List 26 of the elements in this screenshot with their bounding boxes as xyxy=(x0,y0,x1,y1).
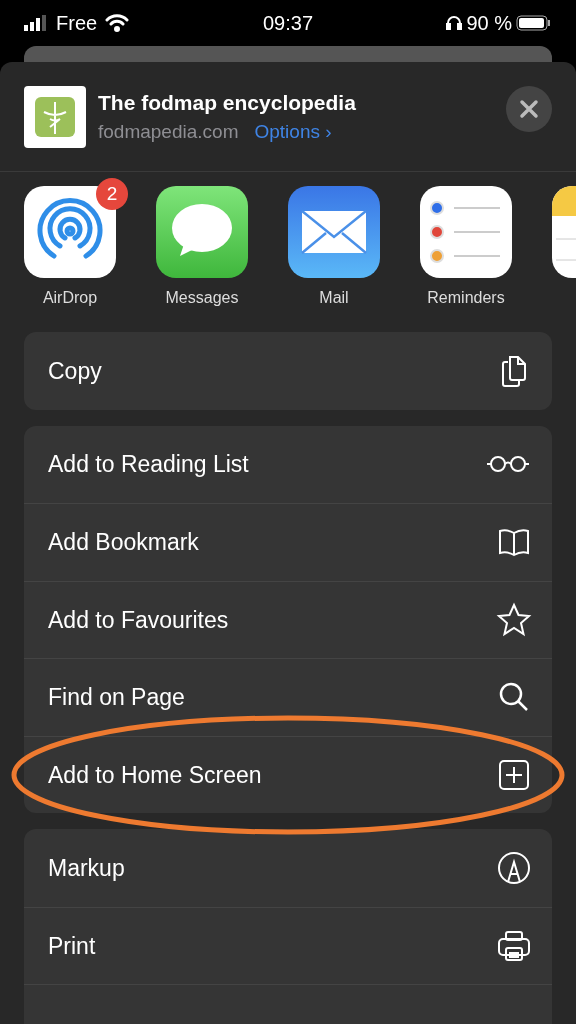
options-link[interactable]: Options › xyxy=(254,118,332,147)
action-label: Print xyxy=(48,931,96,961)
action-label: Markup xyxy=(48,853,125,883)
carrier-name: Free xyxy=(56,11,98,36)
site-domain: fodmapedia.com xyxy=(98,120,239,144)
action-label: Find on Page xyxy=(48,683,185,712)
app-label: AirDrop xyxy=(42,288,98,308)
action-row[interactable]: Print xyxy=(24,906,552,984)
site-title: The fodmap encyclopedia xyxy=(98,89,357,116)
action-row[interactable]: Add Bookmark xyxy=(24,503,552,581)
action-row[interactable]: Add to Favourites xyxy=(24,580,552,658)
clock-time: 09:37 xyxy=(261,11,315,36)
action-row[interactable]: Add to Reading List xyxy=(24,425,552,503)
battery-percent: 90 % xyxy=(466,11,512,36)
notification-badge: 2 xyxy=(96,178,128,210)
action-row[interactable]: Find on Page xyxy=(24,658,552,736)
action-label: Add to Reading List xyxy=(48,450,249,479)
action-row[interactable]: Copy xyxy=(24,332,552,410)
action-label: Add Bookmark xyxy=(48,528,199,557)
action-label: Add to Favourites xyxy=(48,605,229,635)
app-label: Messages xyxy=(165,288,239,308)
app-label: Mail xyxy=(319,288,349,308)
action-label: Add to Home Screen xyxy=(48,760,262,790)
action-label: Copy xyxy=(48,356,102,386)
action-row[interactable]: Markup xyxy=(24,829,552,907)
app-label: Reminders xyxy=(427,288,505,308)
